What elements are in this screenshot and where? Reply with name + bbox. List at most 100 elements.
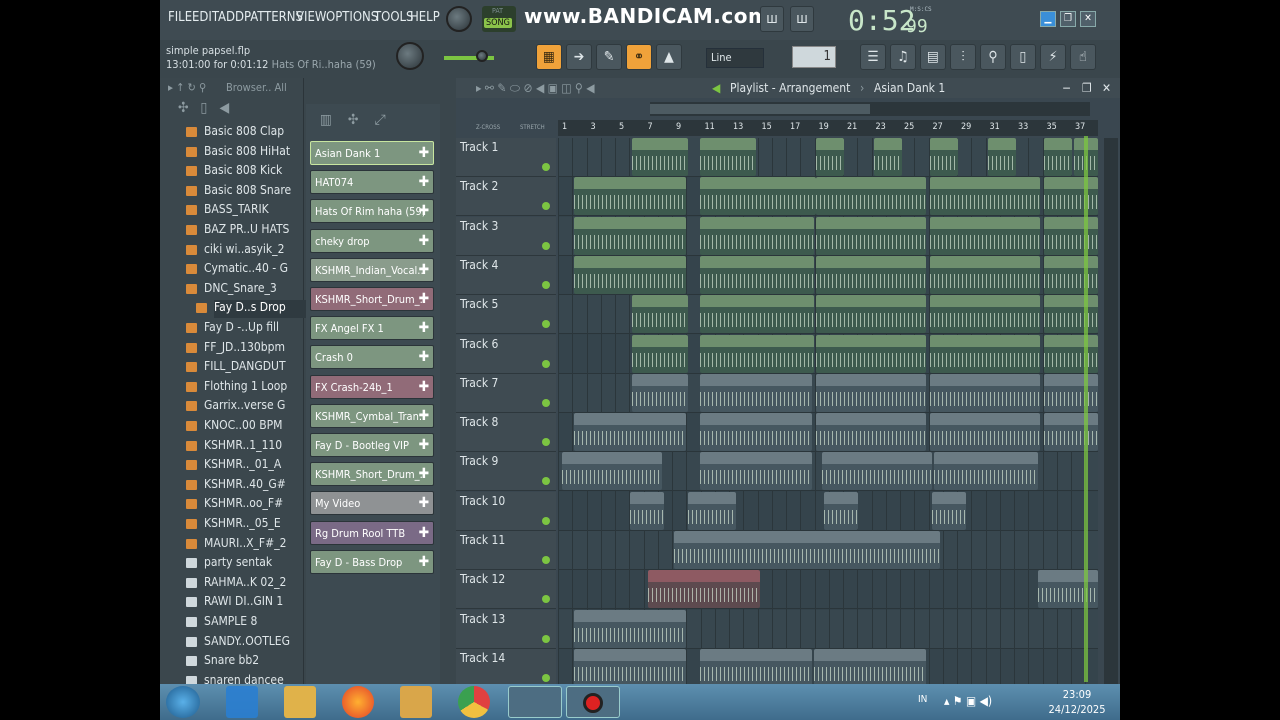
playlist-clip[interactable]: C..0 bbox=[932, 491, 966, 530]
mixer-icon[interactable]: ⫶ bbox=[950, 44, 976, 70]
playlist-clip[interactable]: Pattern 7 bbox=[700, 648, 812, 684]
add-pattern-icon[interactable]: ✚ bbox=[418, 174, 429, 190]
snap-select[interactable]: Line bbox=[706, 48, 764, 68]
menu-add[interactable]: ADD bbox=[218, 10, 244, 25]
playhead[interactable] bbox=[1084, 136, 1088, 682]
tray-icons[interactable]: ▴ ⚑ ▣ ◀) bbox=[944, 694, 992, 708]
add-pattern-icon[interactable]: ✚ bbox=[418, 262, 429, 278]
playlist-clip[interactable] bbox=[930, 334, 1040, 373]
track-header[interactable]: Track 13 bbox=[456, 609, 556, 649]
playlist-clip[interactable] bbox=[632, 138, 688, 176]
menu-patterns[interactable]: PATTERNS bbox=[244, 10, 303, 25]
pattern-item[interactable]: Rg Drum Rool TTB ✚ bbox=[310, 520, 434, 545]
playlist-clip[interactable] bbox=[700, 216, 814, 255]
browser-item[interactable]: Cymatic..40 - G bbox=[186, 261, 300, 279]
arrangement-grid[interactable]: Pattern 2 Pattern 2 Pattern 2 Pattern 2 Patt… bbox=[558, 138, 1098, 684]
channel-rack-icon[interactable]: ▤ bbox=[920, 44, 946, 70]
playlist-clip[interactable] bbox=[930, 295, 1040, 334]
arrow-icons[interactable]: ▸ ↑ ↻ ⚲ bbox=[168, 81, 206, 94]
playlist-clip[interactable] bbox=[574, 177, 686, 216]
playlist-clip[interactable] bbox=[1044, 334, 1098, 373]
maximize-icon[interactable]: ❐ bbox=[1060, 11, 1076, 27]
track-header[interactable]: Track 4 bbox=[456, 255, 556, 295]
pattern-item[interactable]: KSHMR_Short_Drum_.. ✚ bbox=[310, 462, 434, 487]
browser-item[interactable]: KSHMR..oo_F# bbox=[186, 496, 300, 514]
song-mode-toggle[interactable]: PAT SONG bbox=[482, 6, 516, 32]
browser-item[interactable]: ciki wi..asyik_2 bbox=[186, 242, 300, 260]
add-pattern-icon[interactable]: ✚ bbox=[418, 466, 429, 482]
track-header[interactable]: Track 3 bbox=[456, 216, 556, 256]
playlist-clip[interactable]: Pattern 6 bbox=[574, 609, 686, 648]
browser-item[interactable]: MAURI..X_F#_2 bbox=[186, 536, 300, 554]
playlist-clip[interactable] bbox=[930, 216, 1040, 255]
browser-item[interactable]: Basic 808 Snare bbox=[186, 183, 300, 201]
browser-item[interactable]: RAWI DI..GIN 1 bbox=[186, 594, 300, 612]
playlist-clip[interactable]: Pattern 4 bbox=[700, 452, 812, 491]
playlist-clip[interactable] bbox=[874, 138, 902, 176]
pattern-item[interactable]: KSHMR_Short_Drum_.. ✚ bbox=[310, 287, 434, 311]
playlist-clip[interactable]: C..0 bbox=[824, 491, 858, 530]
playlist-clip[interactable]: Pattern 4 bbox=[822, 452, 932, 491]
add-pattern-icon[interactable]: ✚ bbox=[418, 320, 429, 336]
browser-item[interactable]: BAZ PR..U HATS bbox=[186, 222, 300, 240]
track-header[interactable]: Track 9 bbox=[456, 452, 556, 492]
browser-item[interactable]: Fay D -..Up fill bbox=[186, 320, 300, 338]
piano-roll-icon[interactable]: ♫ bbox=[890, 44, 916, 70]
browser-item[interactable]: Basic 808 Kick bbox=[186, 163, 300, 181]
playlist-clip[interactable]: C..0 bbox=[630, 491, 664, 530]
plugin-icon[interactable]: ⚡ bbox=[1040, 44, 1066, 70]
minimize-icon[interactable]: ▁ bbox=[1040, 11, 1056, 27]
menu-help[interactable]: HELP bbox=[410, 10, 440, 25]
playlist-clip[interactable]: Pattern 9 bbox=[1038, 570, 1098, 609]
playlist-clip[interactable]: Pattern 3 bbox=[574, 413, 686, 452]
playlist-clip[interactable]: FX Crash-24b_1 bbox=[648, 570, 760, 609]
pattern-item[interactable]: FX Crash-24b_1 ✚ bbox=[310, 374, 434, 399]
playlist-clip[interactable]: KSHMR_Cy..ition_04 bbox=[562, 452, 662, 491]
playlist-clip[interactable] bbox=[1044, 255, 1098, 294]
close-icon[interactable]: ✕ bbox=[1080, 11, 1096, 27]
playlist-clip[interactable]: Pattern 2 bbox=[632, 373, 688, 412]
track-header[interactable]: Track 14 bbox=[456, 648, 556, 684]
track-mute-led[interactable] bbox=[542, 320, 550, 329]
system-clock[interactable]: 23:09 24/12/2025 bbox=[1040, 687, 1114, 717]
track-mute-led[interactable] bbox=[542, 634, 550, 643]
browser-item[interactable]: snaren dancee bbox=[186, 673, 300, 684]
start-button[interactable] bbox=[166, 686, 200, 718]
playlist-clip[interactable] bbox=[574, 216, 686, 255]
volume-slider-knob[interactable] bbox=[476, 50, 488, 62]
pattern-item[interactable]: FX Angel FX 1 ✚ bbox=[310, 316, 434, 341]
pattern-item[interactable]: KSHMR_Cymbal_Tran.. ✚ bbox=[310, 403, 434, 428]
browser-item[interactable]: KSHMR.._01_A bbox=[186, 457, 300, 475]
browser-item[interactable]: KNOC..00 BPM bbox=[186, 418, 300, 436]
track-header[interactable]: Track 6 bbox=[456, 334, 556, 374]
browser-item[interactable]: Basic 808 Clap bbox=[186, 124, 300, 142]
playlist-clip[interactable] bbox=[700, 295, 814, 334]
typing-keyboard-icon[interactable]: ▦ bbox=[536, 44, 562, 70]
playlist-clip[interactable] bbox=[632, 295, 688, 334]
playlist-max-icon[interactable]: ❐ bbox=[1082, 81, 1092, 95]
playlist-clip[interactable] bbox=[1044, 177, 1098, 216]
menu-options[interactable]: OPTIONS bbox=[326, 10, 378, 25]
playlist-clip[interactable] bbox=[930, 138, 958, 176]
track-mute-led[interactable] bbox=[542, 280, 550, 289]
browser-item[interactable]: KSHMR.._05_E bbox=[186, 516, 300, 534]
track-mute-led[interactable] bbox=[542, 163, 550, 171]
browser-item[interactable]: Basic 808 HiHat bbox=[186, 144, 300, 162]
vertical-scrollbar[interactable] bbox=[1104, 138, 1118, 684]
pattern-item[interactable]: My Video ✚ bbox=[310, 491, 434, 516]
step-input[interactable]: 1 bbox=[792, 46, 836, 68]
speaker-icon[interactable]: ◀ bbox=[712, 81, 720, 95]
add-pattern-icon[interactable]: ✚ bbox=[418, 495, 429, 511]
browser-item[interactable]: RAHMA..K 02_2 bbox=[186, 575, 300, 593]
network-icon[interactable]: ⚲ bbox=[980, 44, 1006, 70]
pattern-item[interactable]: Asian Dank 1 ✚ bbox=[310, 141, 434, 165]
transport-button[interactable]: ш bbox=[760, 6, 784, 32]
add-pattern-icon[interactable]: ✚ bbox=[418, 233, 429, 249]
playlist-icon[interactable]: ☰ bbox=[860, 44, 886, 70]
browser-item[interactable]: party sentak bbox=[186, 555, 300, 573]
browser-item[interactable]: KSHMR..1_110 bbox=[186, 438, 300, 456]
playlist-clip[interactable]: Pattern 3 bbox=[816, 413, 926, 452]
browser-item[interactable]: FF_JD..130bpm bbox=[186, 340, 300, 358]
track-header[interactable]: Track 7 bbox=[456, 373, 556, 413]
timeline-ruler[interactable]: 1 3 5 7 9 11 13 15 17 19 21 23 25 27 29 31 33 35 37 bbox=[558, 120, 1098, 136]
